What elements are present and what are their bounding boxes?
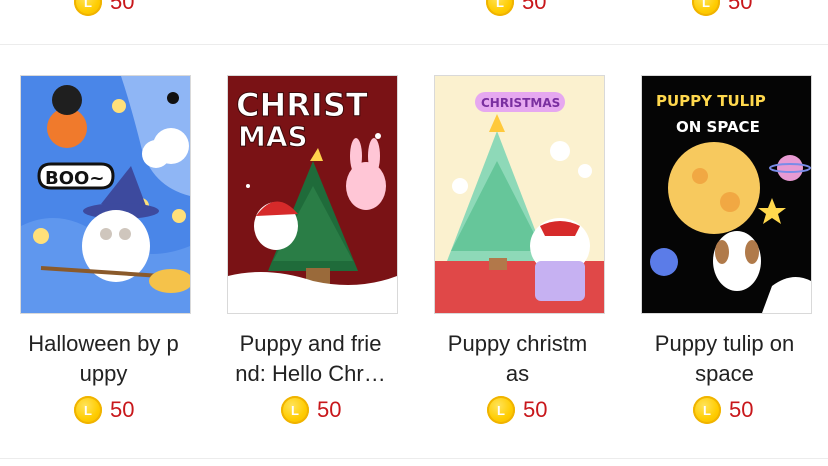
price-value: 50 [523, 397, 548, 422]
sticker-title[interactable]: Puppy tulip on space [631, 329, 818, 389]
previous-row: L 50 L 50 L 50 [0, 0, 828, 44]
art-text: ON SPACE [676, 118, 760, 136]
art-text: MAS [238, 120, 308, 153]
price-tag: L 50 [692, 0, 752, 16]
coin-icon: L [487, 396, 515, 424]
price-tag: L 50 [281, 396, 341, 424]
coin-icon: L [486, 0, 514, 16]
sticker-thumbnail[interactable]: BOO~ [20, 75, 191, 314]
row-divider [0, 458, 828, 459]
price-tag: L 50 [74, 396, 134, 424]
coin-icon: L [74, 0, 102, 16]
coin-icon: L [281, 396, 309, 424]
sticker-card-halloween[interactable]: BOO~ Halloween by p uppy L 50 [20, 75, 207, 424]
sticker-card-puppy-tulip[interactable]: PUPPY TULIP ON SPACE Puppy tulip on spac… [641, 75, 828, 424]
sticker-thumbnail[interactable]: PUPPY TULIP ON SPACE [641, 75, 812, 314]
sticker-thumbnail[interactable]: CHRISTMAS [434, 75, 605, 314]
coin-icon: L [74, 396, 102, 424]
price-value: 50 [522, 0, 547, 14]
price-value: 50 [317, 397, 342, 422]
price-value: 50 [110, 397, 135, 422]
puppy-christmas-art: CHRISTMAS [435, 76, 604, 313]
sticker-title[interactable]: Puppy and frie nd: Hello Chr… [217, 329, 404, 389]
art-text: PUPPY TULIP [656, 92, 766, 110]
puppy-tulip-space-art: PUPPY TULIP ON SPACE [642, 76, 811, 313]
row-divider [0, 44, 828, 45]
coin-icon: L [692, 0, 720, 16]
coin-icon: L [693, 396, 721, 424]
art-text: CHRISTMAS [481, 96, 560, 110]
sticker-grid: BOO~ Halloween by p uppy L 50 CHRIST MAS… [0, 75, 828, 435]
sticker-thumbnail[interactable]: CHRIST MAS [227, 75, 398, 314]
sticker-card-puppy-christmas[interactable]: CHRISTMAS Puppy christm as L 50 [434, 75, 621, 424]
art-text: BOO~ [45, 168, 104, 189]
price-value: 50 [110, 0, 135, 14]
price-tag: L 50 [487, 396, 547, 424]
art-text: CHRIST [236, 86, 368, 124]
price-value: 50 [729, 397, 754, 422]
halloween-puppy-art: BOO~ [21, 76, 190, 313]
price-tag: L 50 [74, 0, 134, 16]
price-tag: L 50 [693, 396, 753, 424]
puppy-friend-christmas-art: CHRIST MAS [228, 76, 397, 313]
price-value: 50 [728, 0, 753, 14]
sticker-title[interactable]: Halloween by p uppy [10, 329, 197, 389]
sticker-title[interactable]: Puppy christm as [424, 329, 611, 389]
price-tag: L 50 [486, 0, 546, 16]
sticker-card-puppy-friend[interactable]: CHRIST MAS Puppy and frie nd: Hello Chr… [227, 75, 414, 424]
